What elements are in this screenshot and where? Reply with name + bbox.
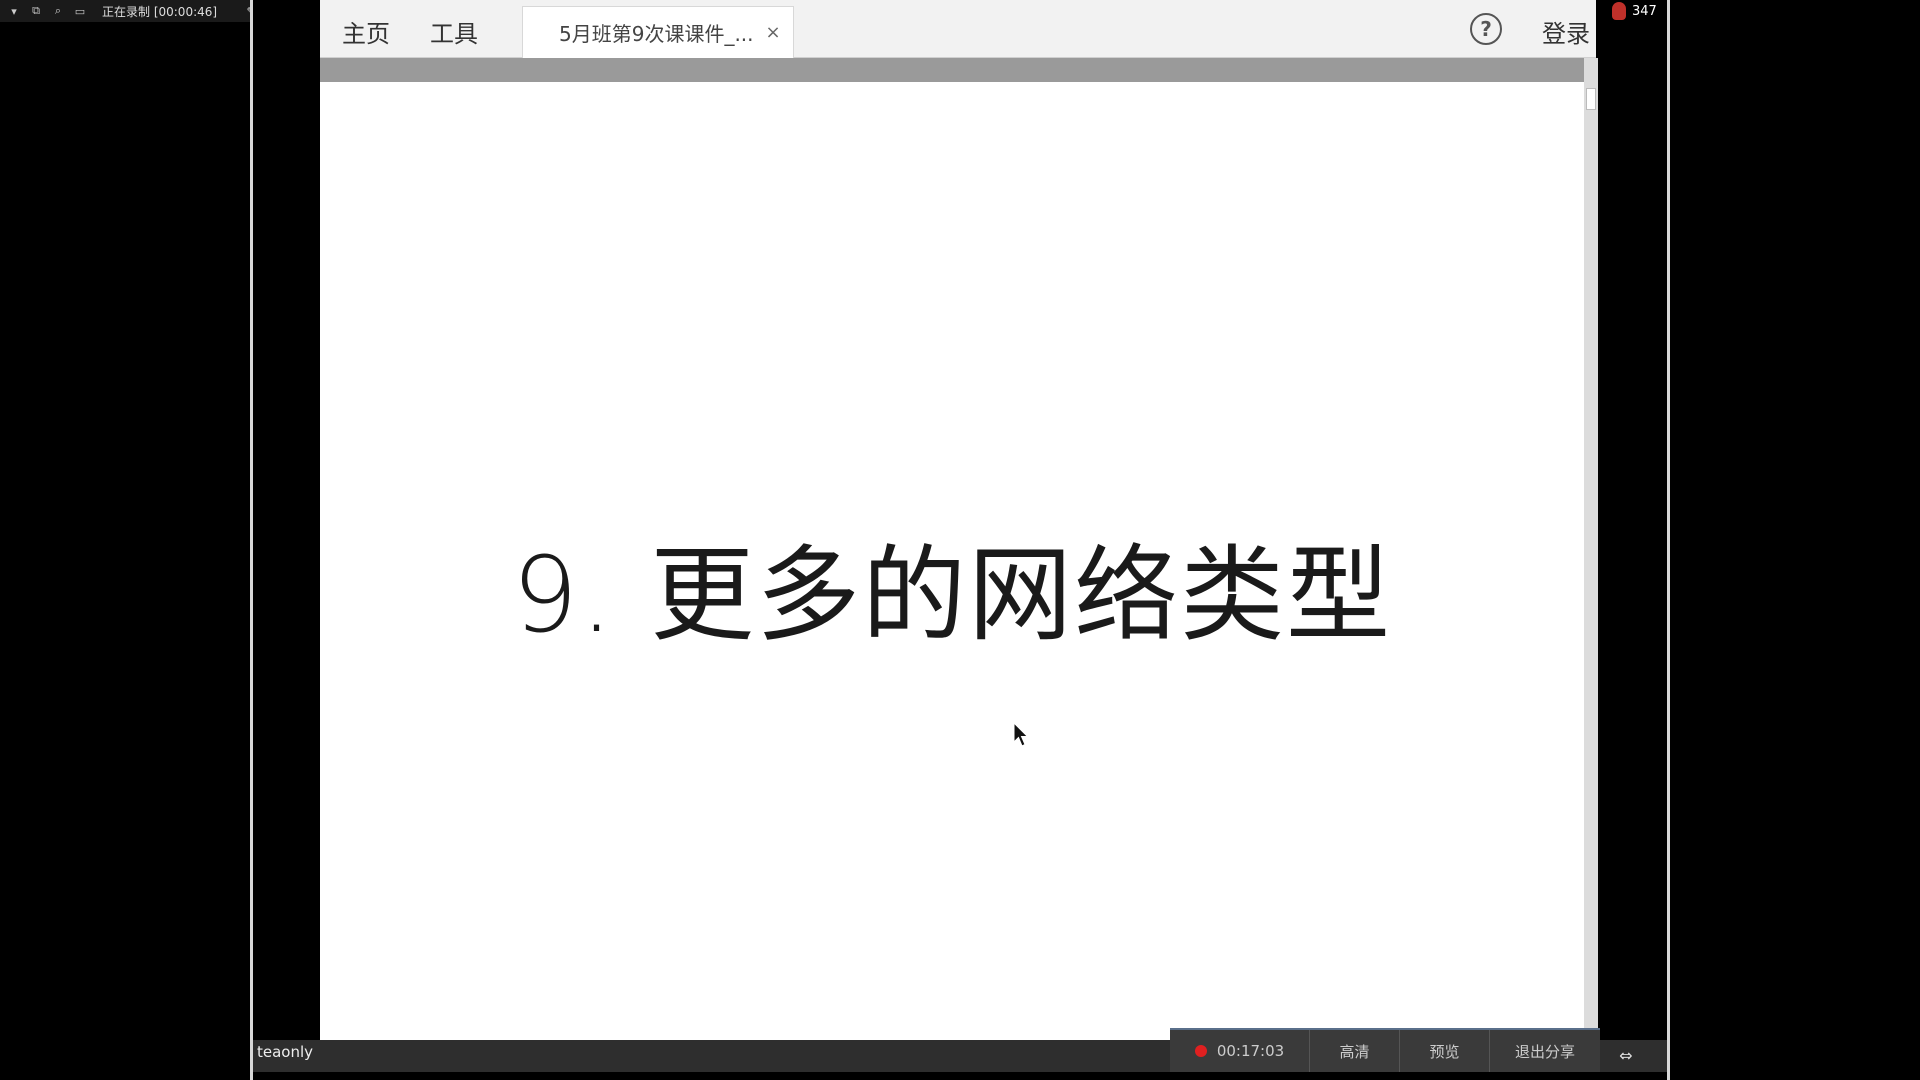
notify-icon (1612, 2, 1626, 20)
recording-status: 正在录制 [00:00:46] (102, 4, 218, 19)
vertical-scrollbar[interactable] (1584, 58, 1598, 1040)
document-tab-label: 5月班第9次课课件_... (559, 22, 754, 46)
notification-count: 347 (1632, 3, 1657, 19)
close-tab-icon[interactable]: × (766, 22, 781, 43)
expand-icon[interactable]: ⇔ (1609, 1046, 1643, 1065)
tab-tools[interactable]: 工具 (430, 14, 478, 49)
exit-share-button[interactable]: 退出分享 (1490, 1030, 1600, 1072)
presenter-name: teaonly (257, 1043, 314, 1061)
hd-button[interactable]: 高清 (1310, 1030, 1400, 1072)
app-tabbar: 主页 工具 5月班第9次课课件_... × ? 登录 (320, 0, 1596, 58)
notification-badge[interactable]: 347 (1612, 2, 1657, 20)
window-icon[interactable]: ⧉ (28, 3, 44, 19)
scrollbar-thumb[interactable] (1586, 88, 1596, 110)
tab-home[interactable]: 主页 (342, 14, 390, 49)
recording-timer: 00:17:03 (1170, 1030, 1310, 1072)
cursor-icon (1013, 722, 1029, 747)
preview-button[interactable]: 预览 (1400, 1030, 1490, 1072)
slide-canvas: 9. 更多的网络类型 (320, 82, 1584, 1040)
share-controls: 00:17:03 高清 预览 退出分享 (1170, 1028, 1600, 1072)
region-icon[interactable]: ▭ (72, 3, 88, 19)
help-icon[interactable]: ? (1470, 13, 1502, 45)
slide-title: 9. 更多的网络类型 (511, 534, 1393, 656)
timer-text: 00:17:03 (1216, 1042, 1285, 1060)
login-link[interactable]: 登录 (1542, 14, 1590, 49)
bottom-bar: teaonly 00:17:03 高清 预览 退出分享 ⇔ (253, 1028, 1667, 1072)
dropdown-icon[interactable]: ▾ (6, 3, 22, 19)
record-dot-icon (1194, 1045, 1207, 1057)
tab-document[interactable]: 5月班第9次课课件_... × (522, 6, 794, 58)
zoom-icon[interactable]: ⌕ (50, 3, 66, 19)
toolbar-strip (320, 58, 1584, 82)
